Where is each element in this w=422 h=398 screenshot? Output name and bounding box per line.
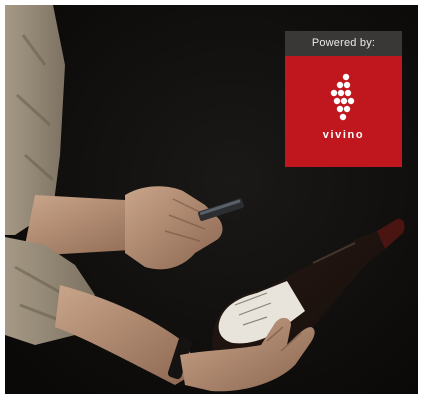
vivino-badge[interactable]: Powered by: vivino	[285, 31, 402, 167]
vivino-wordmark: vivino	[322, 129, 365, 141]
grape-cluster-icon	[330, 73, 355, 121]
powered-by-header: Powered by:	[285, 31, 402, 56]
vivino-logo-panel: vivino	[285, 56, 402, 167]
